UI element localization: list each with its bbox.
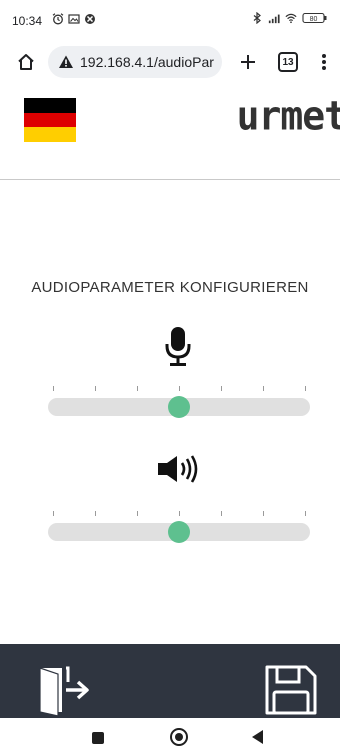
- slider-tick: [53, 511, 54, 516]
- slider-tick: [305, 511, 306, 516]
- browser-toolbar: 192.168.4.1/audioPar 13: [0, 40, 340, 84]
- language-flag-germany[interactable]: [24, 98, 76, 142]
- microphone-slider[interactable]: [48, 386, 310, 426]
- battery-level: 80: [310, 16, 318, 23]
- flag-stripe-black: [24, 98, 76, 113]
- flag-stripe-gold: [24, 127, 76, 142]
- flag-stripe-red: [24, 112, 76, 128]
- signal-icon: [268, 14, 280, 24]
- address-bar[interactable]: 192.168.4.1/audioPar: [48, 46, 222, 78]
- slider-tick: [53, 386, 54, 391]
- warning-triangle-icon: [59, 55, 73, 68]
- page-header: urmet: [0, 84, 340, 180]
- status-bar: 10:34 80: [0, 0, 340, 40]
- audio-settings-panel: AUDIOPARAMETER KONFIGURIEREN: [0, 181, 340, 644]
- floppy-save-icon[interactable]: [264, 664, 318, 716]
- plus-icon: [241, 55, 255, 69]
- slider-tick: [305, 386, 306, 391]
- slider-tick: [179, 511, 180, 516]
- url-text: 192.168.4.1/audioPar: [80, 54, 214, 70]
- slider-tick: [95, 386, 96, 391]
- exit-door-icon[interactable]: [38, 664, 94, 716]
- speaker-slider[interactable]: [48, 511, 310, 551]
- slider-tick: [263, 511, 264, 516]
- wifi-icon: [285, 13, 297, 24]
- home-nav-button[interactable]: [170, 728, 188, 746]
- bluetooth-icon: [253, 12, 261, 24]
- slider-tick: [137, 511, 138, 516]
- slider-tick: [263, 386, 264, 391]
- recents-button[interactable]: [92, 732, 104, 744]
- home-button[interactable]: [14, 50, 38, 74]
- status-left-icons: [52, 13, 96, 25]
- slider-tick: [95, 511, 96, 516]
- slider-thumb[interactable]: [168, 521, 190, 543]
- tab-switcher-button[interactable]: 13: [278, 52, 298, 72]
- more-vertical-icon: [322, 54, 326, 70]
- back-button[interactable]: [252, 730, 263, 744]
- xbox-icon: [85, 14, 95, 24]
- slider-thumb[interactable]: [168, 396, 190, 418]
- home-icon: [18, 54, 34, 70]
- alarm-icon: [52, 13, 64, 25]
- slider-tick: [221, 511, 222, 516]
- status-time: 10:34: [12, 14, 43, 28]
- brand-logo: urmet: [236, 92, 340, 140]
- status-right-icons: 80: [251, 12, 328, 24]
- slider-tick: [137, 386, 138, 391]
- overflow-menu-button[interactable]: [316, 50, 332, 74]
- microphone-icon: [165, 327, 191, 366]
- slider-tick: [221, 386, 222, 391]
- slider-ticks: [48, 511, 310, 517]
- speaker-volume-icon: [158, 455, 198, 483]
- slider-ticks: [48, 386, 310, 392]
- system-nav-bar: [0, 718, 340, 756]
- battery-icon: 80: [302, 12, 327, 24]
- page-title: AUDIOPARAMETER KONFIGURIEREN: [31, 279, 309, 296]
- new-tab-button[interactable]: [236, 50, 260, 74]
- gallery-icon: [68, 14, 80, 24]
- slider-tick: [179, 386, 180, 391]
- action-bar: [0, 644, 340, 718]
